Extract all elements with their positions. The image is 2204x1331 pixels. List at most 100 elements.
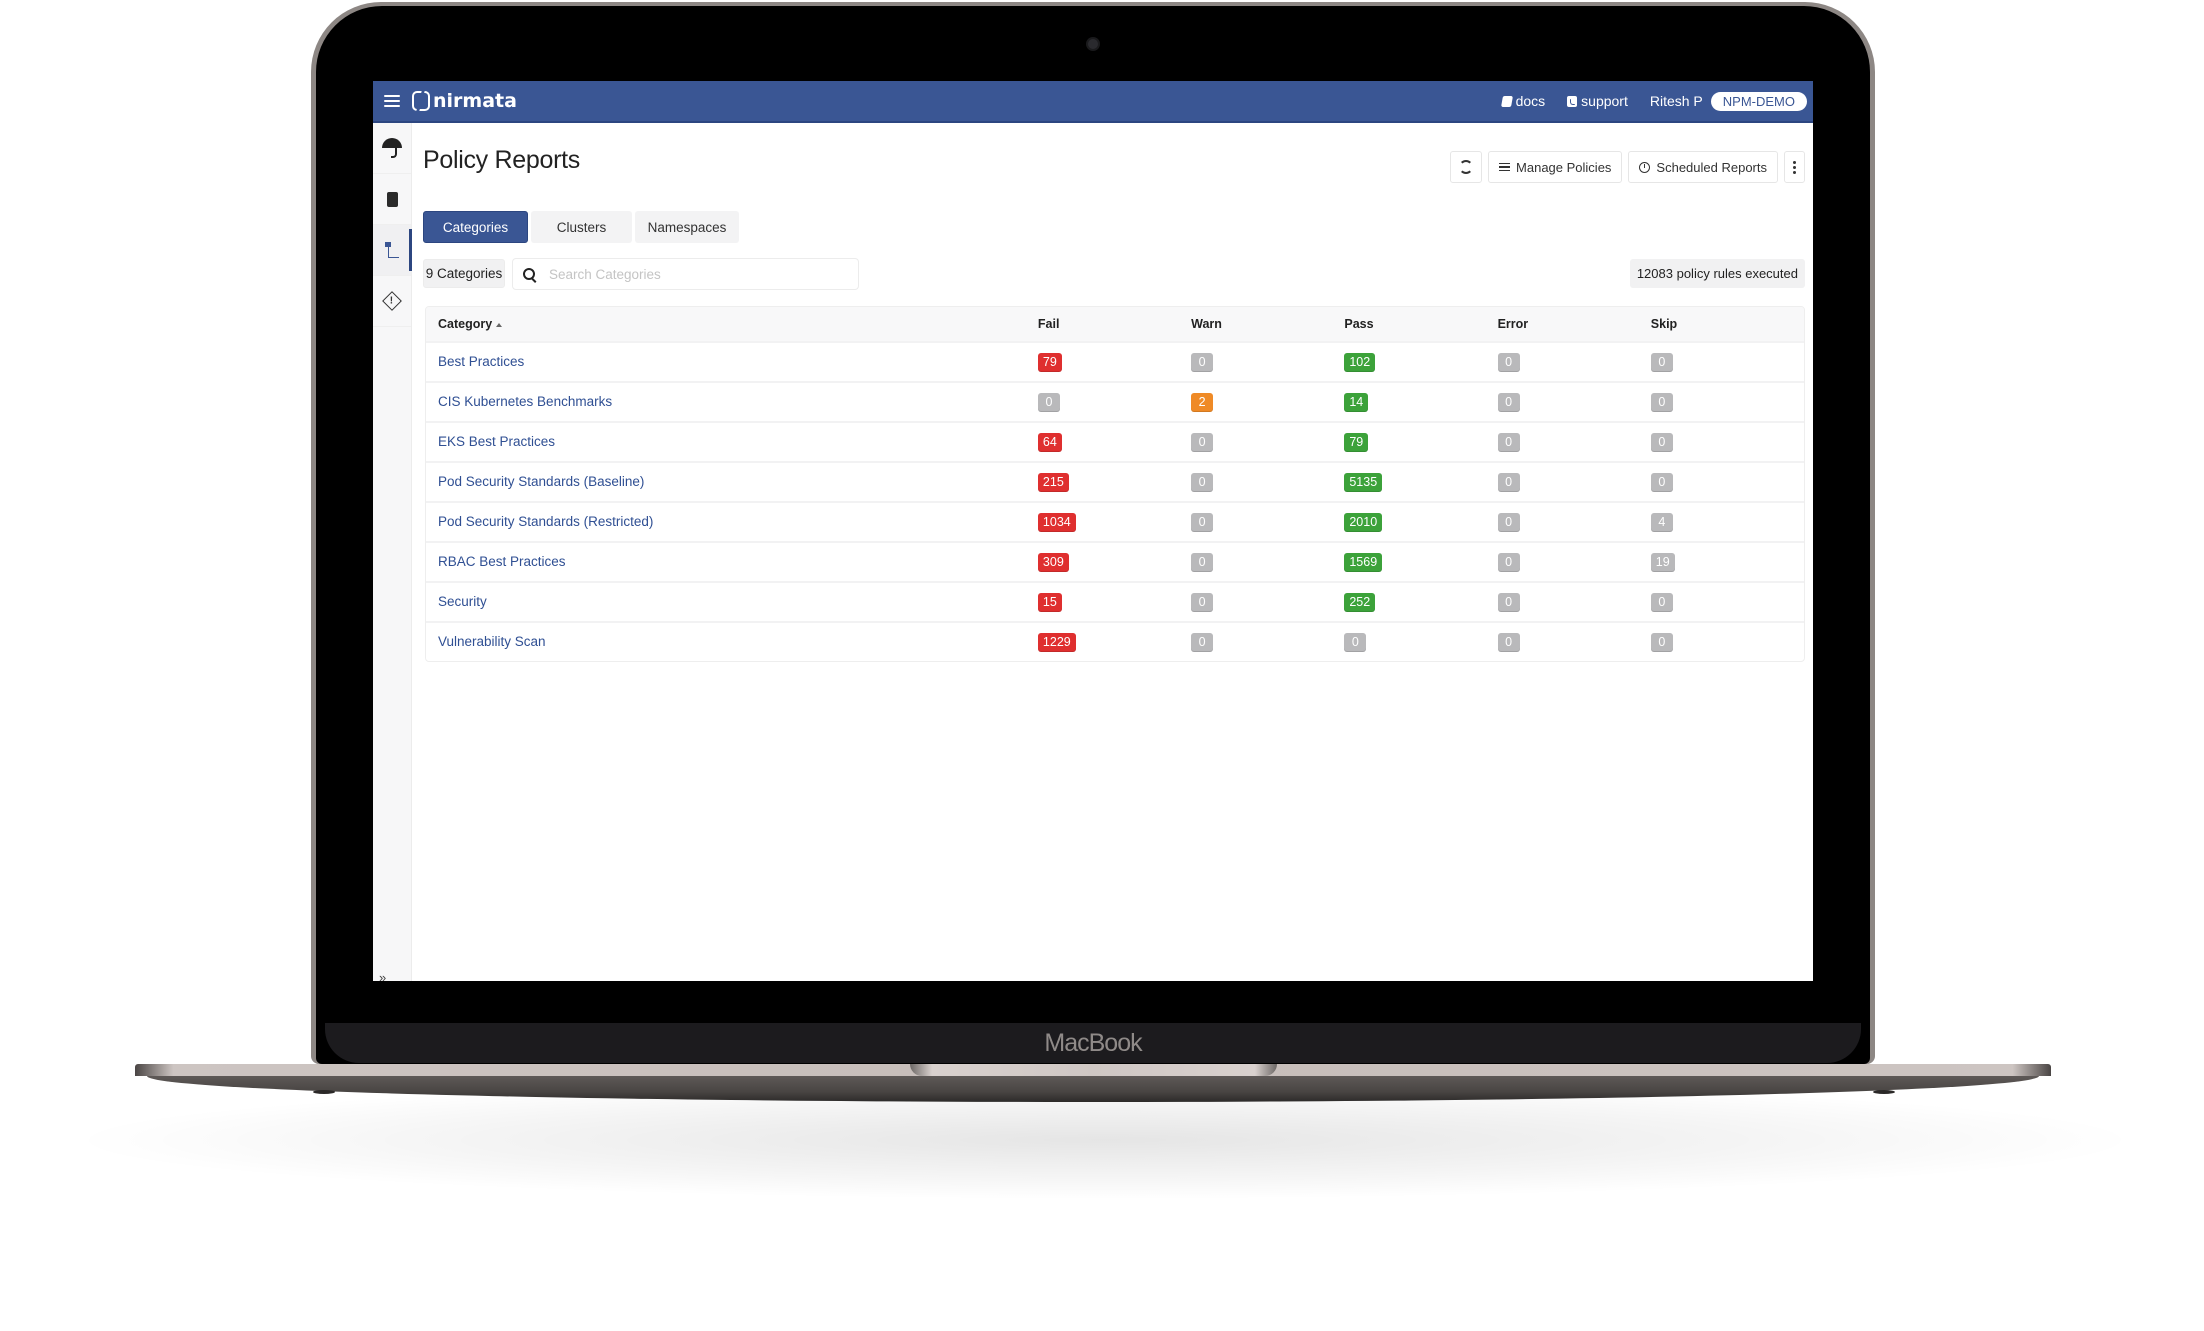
fail-cell: 1034	[1037, 512, 1191, 532]
skip-count-badge[interactable]: 0	[1650, 392, 1673, 412]
server-icon	[386, 191, 398, 207]
category-link[interactable]: RBAC Best Practices	[438, 554, 566, 569]
column-header-error[interactable]: Error	[1498, 317, 1651, 331]
tab-namespaces[interactable]: Namespaces	[635, 211, 739, 243]
fail-count-badge[interactable]: 309	[1037, 552, 1069, 572]
warn-count-badge[interactable]: 0	[1191, 552, 1214, 572]
fail-count-badge[interactable]: 1034	[1037, 512, 1076, 532]
report-tabs: Categories Clusters Namespaces	[423, 211, 739, 243]
column-header-warn[interactable]: Warn	[1191, 317, 1344, 331]
category-link[interactable]: Vulnerability Scan	[438, 634, 546, 649]
page-title: Policy Reports	[423, 146, 580, 174]
category-cell: Best Practices	[426, 353, 1038, 371]
user-menu[interactable]: Ritesh P	[1650, 93, 1703, 109]
error-count-badge[interactable]: 0	[1497, 592, 1520, 612]
tab-categories[interactable]: Categories	[423, 211, 528, 243]
error-count-badge[interactable]: 0	[1497, 552, 1520, 572]
fail-count-badge[interactable]: 1229	[1037, 632, 1076, 652]
warn-count-badge[interactable]: 0	[1191, 632, 1214, 652]
error-count-badge[interactable]: 0	[1497, 512, 1520, 532]
page-actions: Manage Policies Scheduled Reports	[1450, 151, 1805, 183]
warn-count-badge[interactable]: 0	[1191, 432, 1214, 452]
scheduled-reports-label: Scheduled Reports	[1656, 159, 1767, 175]
table-row: RBAC Best Practices 309 0 1569 0 19	[426, 541, 1804, 581]
nirmata-logo[interactable]: nirmata	[412, 90, 517, 112]
warn-count-badge[interactable]: 0	[1191, 592, 1214, 612]
skip-count-badge[interactable]: 0	[1650, 432, 1673, 452]
category-link[interactable]: CIS Kubernetes Benchmarks	[438, 394, 612, 409]
warn-count-badge[interactable]: 0	[1191, 512, 1214, 532]
fail-count-badge[interactable]: 79	[1037, 352, 1062, 372]
category-link[interactable]: Best Practices	[438, 354, 524, 369]
skip-count-badge[interactable]: 0	[1650, 632, 1673, 652]
error-count-badge[interactable]: 0	[1497, 352, 1520, 372]
sidebar-item-policy-reports[interactable]	[373, 225, 412, 276]
scheduled-reports-button[interactable]: Scheduled Reports	[1628, 151, 1778, 183]
tenant-badge[interactable]: NPM-DEMO	[1710, 91, 1807, 111]
fail-cell: 1229	[1037, 632, 1191, 652]
skip-count-badge[interactable]: 0	[1650, 352, 1673, 372]
category-link[interactable]: Pod Security Standards (Restricted)	[438, 514, 653, 529]
sidebar-item-alerts[interactable]: !	[373, 276, 411, 327]
warn-count-badge[interactable]: 2	[1191, 392, 1214, 412]
support-link[interactable]: support	[1567, 93, 1628, 109]
pass-count-badge[interactable]: 0	[1344, 632, 1367, 652]
pass-count-badge[interactable]: 1569	[1344, 552, 1383, 572]
more-options-button[interactable]	[1784, 151, 1805, 183]
fail-cell: 79	[1037, 352, 1191, 372]
hamburger-menu-icon[interactable]	[384, 95, 400, 107]
skip-cell: 0	[1650, 592, 1804, 612]
collapse-sidebar-icon[interactable]: »	[379, 970, 386, 981]
fail-count-badge[interactable]: 215	[1037, 472, 1069, 492]
skip-count-badge[interactable]: 0	[1650, 592, 1673, 612]
skip-count-badge[interactable]: 4	[1650, 512, 1673, 532]
column-header-pass[interactable]: Pass	[1344, 317, 1497, 331]
pass-count-badge[interactable]: 5135	[1344, 472, 1383, 492]
skip-count-badge[interactable]: 19	[1650, 552, 1675, 572]
pass-cell: 1569	[1344, 552, 1497, 572]
fail-count-badge[interactable]: 0	[1037, 392, 1060, 412]
docs-label: docs	[1515, 93, 1546, 109]
error-count-badge[interactable]: 0	[1497, 392, 1520, 412]
skip-cell: 4	[1650, 512, 1804, 532]
category-link[interactable]: Pod Security Standards (Baseline)	[438, 474, 644, 489]
pass-count-badge[interactable]: 102	[1344, 352, 1376, 372]
umbrella-icon	[382, 138, 402, 158]
fail-cell: 15	[1037, 592, 1191, 612]
error-count-badge[interactable]: 0	[1497, 432, 1520, 452]
error-count-badge[interactable]: 0	[1497, 472, 1520, 492]
laptop-foot	[313, 1090, 335, 1094]
column-header-fail[interactable]: Fail	[1038, 317, 1191, 331]
category-cell: EKS Best Practices	[426, 433, 1038, 451]
refresh-icon	[1459, 160, 1474, 174]
refresh-button[interactable]	[1450, 151, 1483, 183]
sidebar-item-clusters[interactable]	[373, 174, 411, 225]
search-box[interactable]	[512, 258, 859, 290]
pass-count-badge[interactable]: 2010	[1344, 512, 1383, 532]
hinge-notch	[910, 1064, 1277, 1076]
manage-policies-label: Manage Policies	[1516, 159, 1612, 175]
pass-count-badge[interactable]: 14	[1344, 392, 1369, 412]
docs-link[interactable]: docs	[1500, 93, 1546, 109]
pass-cell: 14	[1344, 392, 1497, 412]
pass-count-badge[interactable]: 252	[1344, 592, 1376, 612]
search-icon	[523, 268, 535, 280]
sliders-icon	[1499, 162, 1511, 172]
category-link[interactable]: EKS Best Practices	[438, 434, 555, 449]
category-cell: Pod Security Standards (Restricted)	[426, 513, 1038, 531]
pass-count-badge[interactable]: 79	[1344, 432, 1369, 452]
tab-clusters[interactable]: Clusters	[531, 211, 632, 243]
category-link[interactable]: Security	[438, 594, 487, 609]
warn-count-badge[interactable]: 0	[1191, 472, 1214, 492]
manage-policies-button[interactable]: Manage Policies	[1488, 151, 1623, 183]
laptop-foot	[1873, 1090, 1895, 1094]
fail-count-badge[interactable]: 15	[1037, 592, 1062, 612]
sidebar-item-policies[interactable]	[373, 123, 411, 174]
column-header-category[interactable]: Category	[426, 317, 1038, 331]
search-input[interactable]	[547, 265, 841, 283]
fail-count-badge[interactable]: 64	[1037, 432, 1062, 452]
warn-count-badge[interactable]: 0	[1191, 352, 1214, 372]
skip-count-badge[interactable]: 0	[1650, 472, 1673, 492]
column-header-skip[interactable]: Skip	[1651, 317, 1804, 331]
error-count-badge[interactable]: 0	[1497, 632, 1520, 652]
